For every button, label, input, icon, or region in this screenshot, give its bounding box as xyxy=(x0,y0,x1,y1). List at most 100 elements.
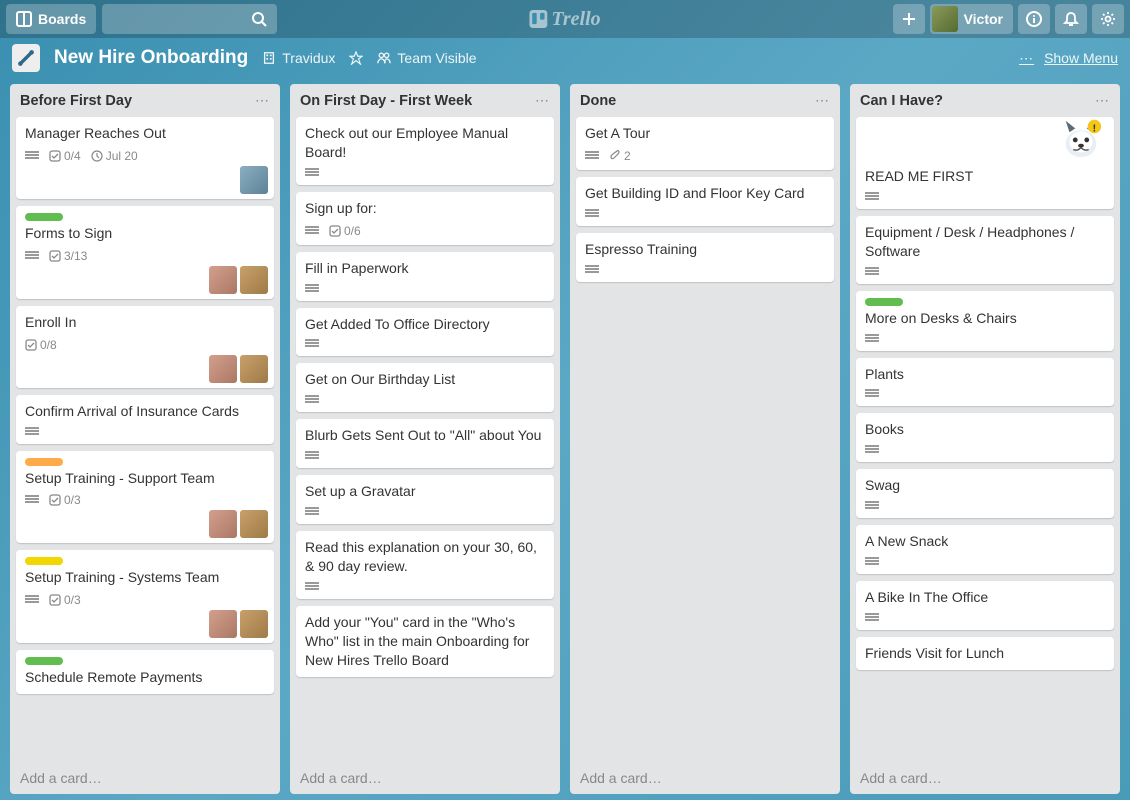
show-menu-button[interactable]: ⋯ Show Menu xyxy=(1019,50,1118,67)
card[interactable]: A New Snack xyxy=(856,525,1114,574)
info-button[interactable] xyxy=(1018,4,1050,34)
list-menu-button[interactable]: ⋯ xyxy=(255,92,270,109)
description-icon xyxy=(305,168,319,178)
member-avatar[interactable] xyxy=(209,266,237,294)
member-avatar[interactable] xyxy=(240,266,268,294)
card[interactable]: Set up a Gravatar xyxy=(296,475,554,524)
card[interactable]: Enroll In0/8 xyxy=(16,306,274,388)
card[interactable]: Get Building ID and Floor Key Card xyxy=(576,177,834,226)
card-label[interactable] xyxy=(25,657,63,665)
card[interactable]: Get A Tour 2 xyxy=(576,117,834,170)
add-card-button[interactable]: Add a card… xyxy=(10,762,280,794)
member-avatar[interactable] xyxy=(209,610,237,638)
add-button[interactable] xyxy=(893,4,925,34)
star-button[interactable] xyxy=(349,51,363,65)
card-badges xyxy=(305,168,545,178)
card-members xyxy=(209,610,268,638)
description-icon xyxy=(865,445,879,455)
card-label[interactable] xyxy=(25,557,63,565)
boards-button[interactable]: Boards xyxy=(6,4,96,34)
card[interactable]: Read this explanation on your 30, 60, & … xyxy=(296,531,554,599)
card[interactable]: Confirm Arrival of Insurance Cards xyxy=(16,395,274,444)
list-cards: Get A Tour 2 Get Building ID and Floor Key… xyxy=(570,117,840,762)
list: Can I Have? ⋯ !READ ME FIRST Equipment / De… xyxy=(850,84,1120,794)
board-title[interactable]: New Hire Onboarding xyxy=(54,47,248,69)
add-card-button[interactable]: Add a card… xyxy=(850,762,1120,794)
description-icon xyxy=(305,284,319,294)
card-title: Blurb Gets Sent Out to "All" about You xyxy=(305,426,545,445)
card-title: Get A Tour xyxy=(585,124,825,143)
list-title[interactable]: Done xyxy=(580,93,616,109)
list-title[interactable]: Before First Day xyxy=(20,93,132,109)
card-labels xyxy=(25,458,265,466)
list-title[interactable]: Can I Have? xyxy=(860,93,943,109)
list-title[interactable]: On First Day - First Week xyxy=(300,93,472,109)
card-badges xyxy=(305,451,545,461)
due-badge: Jul 20 xyxy=(91,149,138,163)
member-avatar[interactable] xyxy=(240,510,268,538)
card[interactable]: Espresso Training xyxy=(576,233,834,282)
member-avatar[interactable] xyxy=(240,355,268,383)
org-button[interactable]: Travidux xyxy=(262,50,335,66)
card[interactable]: A Bike In The Office xyxy=(856,581,1114,630)
card[interactable]: Manager Reaches Out0/4Jul 20 xyxy=(16,117,274,199)
card[interactable]: Fill in Paperwork xyxy=(296,252,554,301)
member-avatar[interactable] xyxy=(209,355,237,383)
member-avatar[interactable] xyxy=(209,510,237,538)
settings-button[interactable] xyxy=(1092,4,1124,34)
brand-logo[interactable]: Trello xyxy=(529,8,600,31)
description-icon xyxy=(585,151,599,161)
search-icon xyxy=(251,11,267,27)
description-icon xyxy=(25,495,39,505)
board-header: New Hire Onboarding Travidux Team Visibl… xyxy=(0,38,1130,78)
list-menu-button[interactable]: ⋯ xyxy=(815,92,830,109)
card[interactable]: Check out our Employee Manual Board! xyxy=(296,117,554,185)
list: Done ⋯ Get A Tour 2 Get Building ID and Floo… xyxy=(570,84,840,794)
card[interactable]: Plants xyxy=(856,358,1114,407)
card-title: Books xyxy=(865,420,1105,439)
card-title: A New Snack xyxy=(865,532,1105,551)
list-menu-button[interactable]: ⋯ xyxy=(535,92,550,109)
card[interactable]: Swag xyxy=(856,469,1114,518)
card[interactable]: Forms to Sign3/13 xyxy=(16,206,274,299)
top-header: Boards Trello Victor xyxy=(0,0,1130,38)
card-badges xyxy=(865,613,1105,623)
search-input[interactable] xyxy=(102,4,277,34)
add-card-button[interactable]: Add a card… xyxy=(290,762,560,794)
card-badges xyxy=(25,427,265,437)
card[interactable]: Equipment / Desk / Headphones / Software xyxy=(856,216,1114,284)
description-icon xyxy=(585,265,599,275)
card-badges xyxy=(305,284,545,294)
list-cards: Check out our Employee Manual Board! Sign… xyxy=(290,117,560,762)
add-card-button[interactable]: Add a card… xyxy=(570,762,840,794)
card[interactable]: Setup Training - Support Team0/3 xyxy=(16,451,274,544)
card-labels xyxy=(25,557,265,565)
member-avatar[interactable] xyxy=(240,166,268,194)
attachment-badge: 2 xyxy=(609,149,631,163)
card[interactable]: Friends Visit for Lunch xyxy=(856,637,1114,670)
card-label[interactable] xyxy=(25,213,63,221)
card-label[interactable] xyxy=(865,298,903,306)
visibility-button[interactable]: Team Visible xyxy=(377,50,476,66)
card-label[interactable] xyxy=(25,458,63,466)
card[interactable]: Add your "You" card in the "Who's Who" l… xyxy=(296,606,554,677)
card[interactable]: !READ ME FIRST xyxy=(856,117,1114,209)
card[interactable]: Sign up for:0/6 xyxy=(296,192,554,245)
card[interactable]: More on Desks & Chairs xyxy=(856,291,1114,351)
card[interactable]: Blurb Gets Sent Out to "All" about You xyxy=(296,419,554,468)
checklist-badge: 0/6 xyxy=(329,224,361,238)
checklist-badge: 0/8 xyxy=(25,338,57,352)
list-menu-button[interactable]: ⋯ xyxy=(1095,92,1110,109)
card-labels xyxy=(25,657,265,665)
board-canvas[interactable]: Before First Day ⋯ Manager Reaches Out0/4J… xyxy=(0,78,1130,800)
card[interactable]: Schedule Remote Payments xyxy=(16,650,274,694)
card[interactable]: Setup Training - Systems Team0/3 xyxy=(16,550,274,643)
card[interactable]: Books xyxy=(856,413,1114,462)
member-avatar[interactable] xyxy=(240,610,268,638)
card[interactable]: Get Added To Office Directory xyxy=(296,308,554,357)
card-badges xyxy=(305,507,545,517)
user-menu[interactable]: Victor xyxy=(930,4,1013,34)
card-badges xyxy=(865,389,1105,399)
card[interactable]: Get on Our Birthday List xyxy=(296,363,554,412)
notifications-button[interactable] xyxy=(1055,4,1087,34)
